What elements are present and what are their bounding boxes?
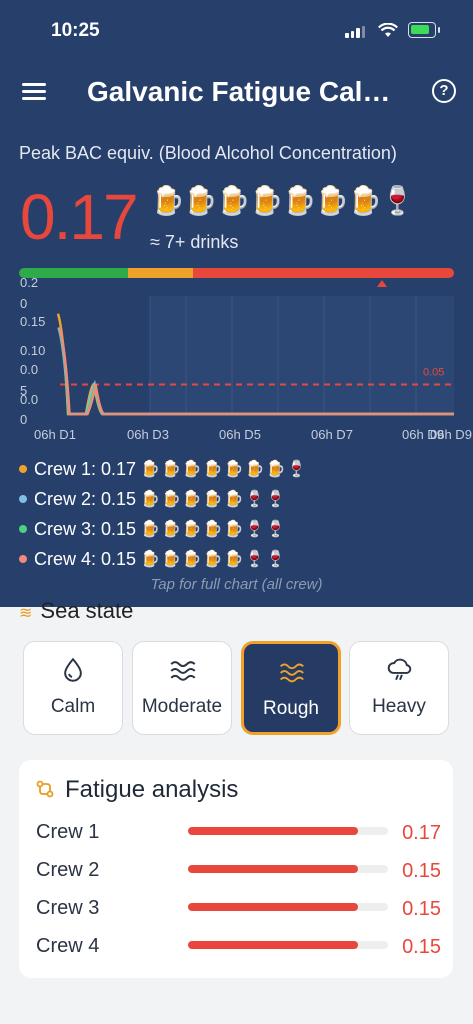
y-tick-label: 0.0 (20, 362, 38, 377)
wifi-icon (378, 23, 398, 37)
peak-label: Peak BAC equiv. (Blood Alcohol Concentra… (19, 143, 397, 163)
threshold-label: 0.05 (423, 367, 444, 379)
sea-state-heavy[interactable]: Heavy (349, 641, 449, 735)
crew-list: Crew 1: 0.17 🍺🍺🍺🍺🍺🍺🍺🍷 Crew 2: 0.15 🍺🍺🍺🍺🍺🍷🍷 C… (19, 454, 307, 574)
crew-label: Crew 4: 0.15 (34, 548, 137, 569)
sea-state-title: Sea state (40, 598, 134, 623)
x-tick-label: 06h D3 (127, 427, 169, 442)
fatigue-bar-track (188, 903, 388, 911)
droplet-icon (64, 657, 82, 682)
risk-segment-2 (127, 268, 193, 278)
fatigue-bar-fill (188, 903, 358, 911)
x-tick-label: 06h D1 (34, 427, 76, 442)
sea-state-heading: ≋ Sea state (19, 598, 133, 624)
risk-bar (19, 268, 454, 278)
sea-state-label: Heavy (372, 696, 426, 717)
x-tick-label: 06h D5 (219, 427, 261, 442)
y-tick-label: 0.0 (20, 392, 38, 407)
drink-icons: 🍺🍺🍺🍺🍺🍺🍺🍷 (150, 185, 415, 216)
risk-segment-1 (19, 268, 128, 278)
y-tick-label: 0.2 (20, 278, 38, 290)
sea-state-label: Moderate (141, 696, 223, 717)
fatigue-bar-track (188, 941, 388, 949)
fatigue-crew-name: Crew 2 (36, 859, 100, 881)
fatigue-value: 0.15 (402, 860, 441, 882)
y-tick-label: 0 (20, 296, 27, 311)
fatigue-value: 0.15 (402, 898, 441, 920)
fatigue-bar-fill (188, 865, 358, 873)
y-tick-label: 0.15 (20, 314, 45, 329)
app-title: Galvanic Fatigue Calculator (87, 76, 397, 107)
fatigue-value: 0.17 (402, 822, 441, 844)
x-tick-label: 06h D7 (311, 427, 353, 442)
tap-hint[interactable]: Tap for full chart (all crew) (0, 576, 473, 593)
y-tick-label: 0.10 (20, 343, 45, 358)
storm-icon (387, 658, 412, 681)
waves-icon (279, 663, 304, 683)
crew-color-dot (19, 525, 27, 533)
fatigue-row-4: Crew 4 0.15 (36, 930, 441, 960)
fatigue-row-3: Crew 3 0.15 (36, 892, 441, 922)
crew-row-2: Crew 2: 0.15 🍺🍺🍺🍺🍺🍷🍷 (19, 484, 307, 514)
y-tick-label: 0 (20, 412, 27, 427)
peak-value: 0.17 (20, 181, 139, 253)
help-button[interactable]: ? (432, 79, 456, 103)
crew-color-dot (19, 495, 27, 503)
bac-chart[interactable]: 0.2 0 0.15 0.10 0.05 0.0 0 06h D1 06h D3 06h D5 06… (0, 278, 473, 448)
sea-state-rough[interactable]: Rough (241, 641, 341, 735)
status-bar: 10:25 (0, 0, 473, 62)
risk-segment-3 (193, 268, 454, 278)
fatigue-row-1: Crew 1 0.17 (36, 816, 441, 846)
fatigue-title: Fatigue analysis (65, 776, 239, 803)
crew-row-4: Crew 4: 0.15 🍺🍺🍺🍺🍺🍷🍷 (19, 544, 307, 574)
sea-state-label: Calm (50, 696, 96, 717)
crew-drink-icons: 🍺🍺🍺🍺🍺🍺🍺🍷 (140, 461, 308, 478)
sea-state-options: Calm Moderate Rough Heavy (23, 641, 453, 735)
crew-color-dot (19, 555, 27, 563)
sea-state-calm[interactable]: Calm (23, 641, 123, 735)
sea-state-label: Rough (263, 698, 319, 719)
crew-row-3: Crew 3: 0.15 🍺🍺🍺🍺🍺🍷🍷 (19, 514, 307, 544)
crew-drink-icons: 🍺🍺🍺🍺🍺🍷🍷 (140, 551, 287, 568)
drinks-estimate: ≈ 7+ drinks (150, 232, 239, 252)
fatigue-bar-track (188, 865, 388, 873)
crew-row-1: Crew 1: 0.17 🍺🍺🍺🍺🍺🍺🍺🍷 (19, 454, 307, 484)
status-time: 10:25 (51, 20, 100, 41)
crew-drink-icons: 🍺🍺🍺🍺🍺🍷🍷 (140, 491, 287, 508)
crew-label: Crew 3: 0.15 (34, 518, 137, 539)
crew-drink-icons: 🍺🍺🍺🍺🍺🍷🍷 (140, 521, 287, 538)
fatigue-crew-name: Crew 1 (36, 821, 100, 843)
chart-shaded-region (150, 296, 454, 414)
fatigue-bar-fill (188, 941, 358, 949)
menu-icon[interactable] (22, 83, 46, 101)
sea-state-moderate[interactable]: Moderate (132, 641, 232, 735)
fatigue-crew-name: Crew 3 (36, 897, 100, 919)
crew-color-dot (19, 465, 27, 473)
battery-tip (438, 27, 440, 33)
app-header: Galvanic Fatigue Calculator ? (0, 66, 473, 118)
fatigue-analysis-card: Fatigue analysis Crew 1 0.17 Crew 2 0.15 Cre… (19, 760, 453, 978)
crew-label: Crew 2: 0.15 (34, 488, 137, 509)
dashboard-panel: 10:25 Galvanic Fatigue Calculator ? Peak… (0, 0, 473, 607)
signal-icon (345, 26, 365, 38)
fatigue-crew-name: Crew 4 (36, 935, 100, 957)
waves-icon (170, 661, 196, 681)
x-tick-label: 06h D9 (430, 427, 472, 442)
fatigue-bar-track (188, 827, 388, 835)
crew-label: Crew 1: 0.17 (34, 458, 137, 479)
fatigue-bar-fill (188, 827, 358, 835)
analysis-icon (36, 780, 54, 798)
fatigue-value: 0.15 (402, 936, 441, 958)
fatigue-row-2: Crew 2 0.15 (36, 854, 441, 884)
battery-icon (408, 22, 436, 38)
waves-icon: ≋ (19, 605, 33, 622)
